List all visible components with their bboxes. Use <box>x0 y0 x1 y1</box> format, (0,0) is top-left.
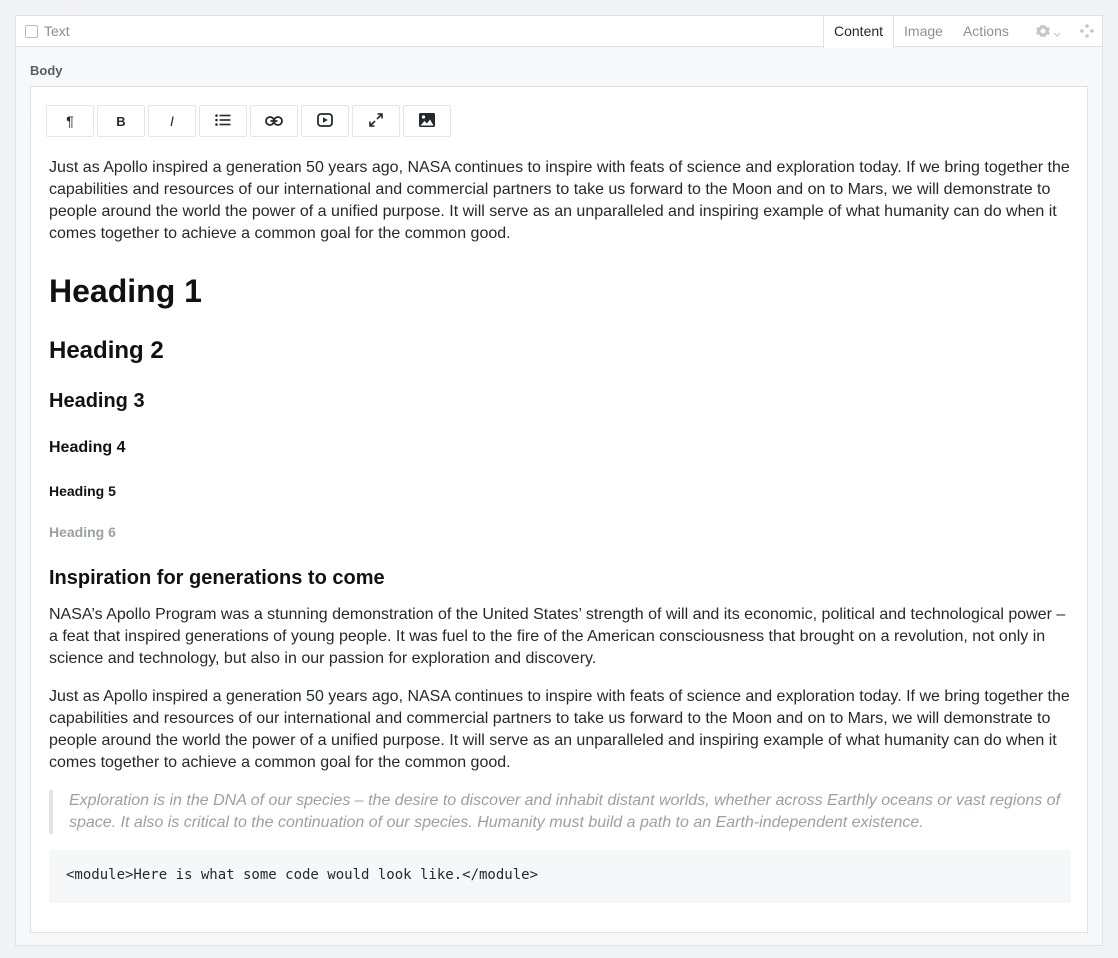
tab-actions[interactable]: Actions <box>953 16 1019 47</box>
list-button[interactable] <box>199 105 247 137</box>
heading-3: Heading 3 <box>49 390 145 412</box>
link-button[interactable] <box>250 105 298 137</box>
blockquote: Exploration is in the DNA of our species… <box>49 790 1071 834</box>
heading-5: Heading 5 <box>49 483 116 499</box>
chevron-down-icon <box>1053 25 1061 43</box>
block-select-checkbox[interactable] <box>25 25 38 38</box>
list-icon <box>215 113 231 129</box>
fullscreen-button[interactable] <box>352 105 400 137</box>
gear-icon <box>1036 24 1050 43</box>
video-icon <box>317 112 333 130</box>
bold-button[interactable]: B <box>97 105 145 137</box>
block-title: Text <box>44 23 70 39</box>
heading-2: Heading 2 <box>49 337 164 364</box>
fullscreen-icon <box>369 112 383 130</box>
inspire-paragraph: Just as Apollo inspired a generation 50 … <box>49 688 1070 771</box>
tab-content[interactable]: Content <box>823 16 895 48</box>
section-heading: Inspiration for generations to come <box>49 567 385 589</box>
intro-paragraph: Just as Apollo inspired a generation 50 … <box>49 159 1070 242</box>
rich-text-editor[interactable]: ¶ B I Just as Apollo inspired a generati… <box>30 86 1088 933</box>
body-field-label: Body <box>30 63 63 78</box>
settings-menu[interactable] <box>1036 24 1061 43</box>
heading-6: Heading 6 <box>49 524 116 540</box>
video-button[interactable] <box>301 105 349 137</box>
link-icon <box>265 113 283 129</box>
heading-4: Heading 4 <box>49 439 126 456</box>
block-tabs: Content Image Actions <box>823 16 1019 48</box>
paragraph-button[interactable]: ¶ <box>46 105 94 137</box>
text-block-panel: Text Content Image Actions Body ¶ B I Ju… <box>15 15 1103 946</box>
tab-image[interactable]: Image <box>894 16 953 47</box>
editor-content[interactable]: Just as Apollo inspired a generation 50 … <box>49 157 1071 903</box>
apollo-paragraph: NASA’s Apollo Program was a stunning dem… <box>49 606 1066 667</box>
image-button[interactable] <box>403 105 451 137</box>
heading-1: Heading 1 <box>49 273 202 309</box>
italic-button[interactable]: I <box>148 105 196 137</box>
editor-toolbar: ¶ B I <box>46 105 454 137</box>
block-header: Text Content Image Actions <box>16 16 1102 48</box>
code-block: <module>Here is what some code would loo… <box>49 850 1071 903</box>
drag-handle-icon[interactable] <box>1080 24 1094 43</box>
image-icon <box>419 112 435 130</box>
